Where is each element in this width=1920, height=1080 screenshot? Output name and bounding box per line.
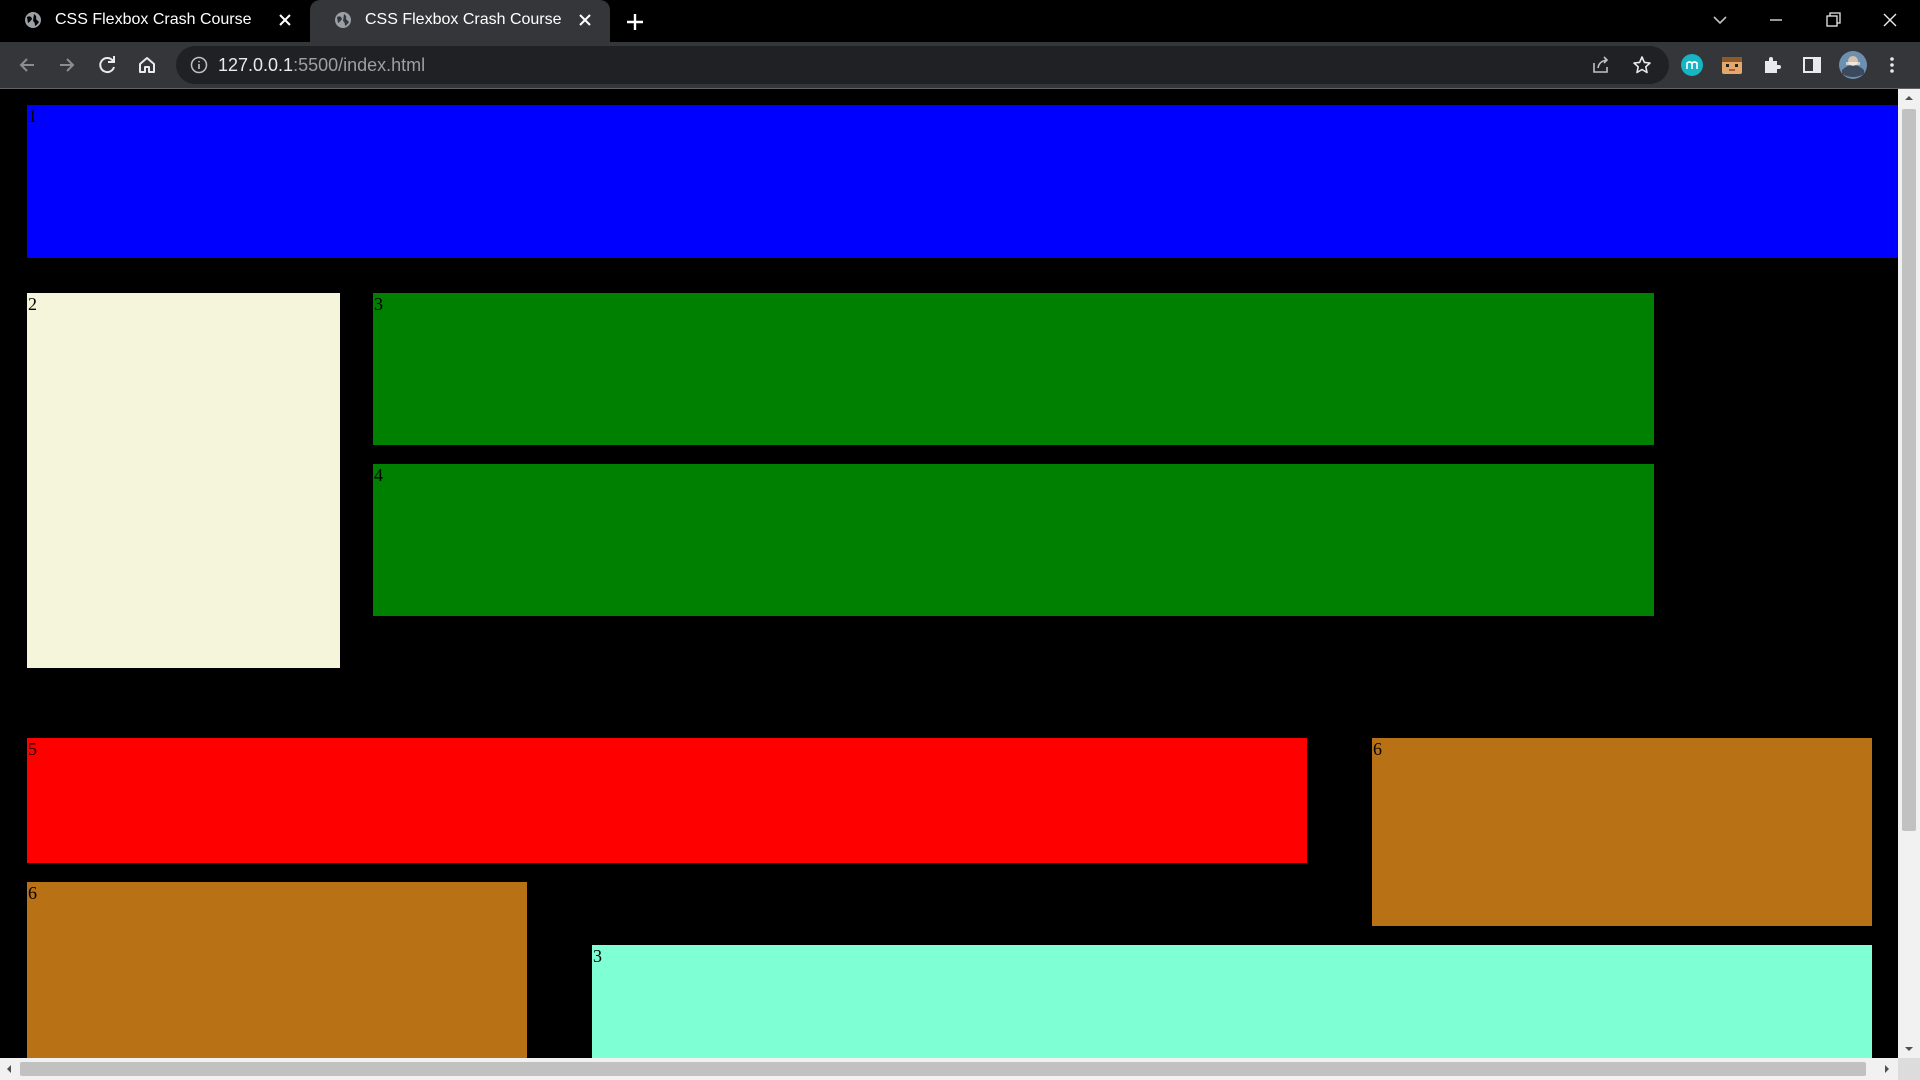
scroll-up-arrow-icon[interactable]: [1900, 89, 1918, 107]
url-host: 127.0.0.1: [218, 55, 294, 75]
horizontal-scrollbar[interactable]: [0, 1058, 1898, 1080]
close-tab-icon[interactable]: [274, 9, 296, 31]
item-label: 4: [374, 465, 383, 485]
globe-icon: [335, 12, 351, 28]
address-bar[interactable]: 127.0.0.1:5500/index.html: [176, 46, 1669, 84]
flex-item-1: 1: [27, 105, 1898, 258]
tab-title: CSS Flexbox Crash Course: [55, 11, 252, 28]
item-label: 6: [1373, 739, 1382, 759]
item-label: 6: [28, 883, 37, 903]
scrollbar-corner: [1898, 1058, 1920, 1080]
horizontal-scroll-thumb[interactable]: [20, 1062, 1866, 1076]
flex-item-3-aquamarine: 3: [592, 945, 1872, 1058]
bookmark-star-icon[interactable]: [1631, 54, 1653, 76]
close-window-icon[interactable]: [1870, 6, 1910, 34]
scroll-left-arrow-icon[interactable]: [0, 1060, 18, 1078]
vertical-scroll-thumb[interactable]: [1902, 109, 1916, 831]
vertical-scrollbar[interactable]: [1898, 89, 1920, 1058]
flex-item-6-left: 6: [27, 882, 527, 1058]
flex-item-2: 2: [27, 293, 340, 668]
menu-dots-icon[interactable]: [1880, 53, 1904, 77]
flex-item-4: 4: [373, 464, 1654, 616]
browser-toolbar: 127.0.0.1:5500/index.html: [0, 42, 1920, 88]
side-panel-icon[interactable]: [1800, 53, 1824, 77]
new-tab-plus-icon[interactable]: [622, 9, 648, 35]
page-viewport: 1 2 3 4 5 6 6 3: [0, 89, 1898, 1058]
tab-title: CSS Flexbox Crash Course: [365, 11, 562, 28]
item-label: 5: [28, 739, 37, 759]
item-label: 3: [374, 294, 383, 314]
profile-avatar[interactable]: [1838, 50, 1868, 80]
tab-search-icon[interactable]: [1700, 6, 1740, 34]
reload-icon[interactable]: [92, 50, 122, 80]
extension-m-icon[interactable]: [1680, 53, 1704, 77]
restore-icon[interactable]: [1813, 6, 1853, 34]
url-path: :5500/index.html: [293, 55, 426, 75]
item-label: 2: [28, 294, 37, 314]
tab-css-flexbox-1[interactable]: CSS Flexbox Crash Course: [0, 0, 310, 42]
flex-item-3: 3: [373, 293, 1654, 445]
scroll-right-arrow-icon[interactable]: [1878, 1060, 1896, 1078]
url-text[interactable]: 127.0.0.1:5500/index.html: [218, 55, 425, 76]
flex-item-5: 5: [27, 738, 1307, 863]
tab-strip: CSS Flexbox Crash Course CSS Flexbox Cra…: [0, 0, 1920, 42]
extension-face-icon[interactable]: [1720, 53, 1744, 77]
minimize-icon[interactable]: [1756, 6, 1796, 34]
item-label: 1: [28, 106, 37, 126]
globe-icon: [25, 12, 41, 28]
extensions-puzzle-icon[interactable]: [1760, 53, 1784, 77]
back-icon[interactable]: [12, 50, 42, 80]
tab-css-flexbox-2[interactable]: CSS Flexbox Crash Course: [310, 0, 610, 42]
close-tab-icon[interactable]: [574, 9, 596, 31]
share-icon[interactable]: [1590, 54, 1612, 76]
forward-icon[interactable]: [52, 50, 82, 80]
site-info-icon[interactable]: [190, 56, 208, 74]
item-label: 3: [593, 946, 602, 966]
home-icon[interactable]: [132, 50, 162, 80]
flex-item-6-right: 6: [1372, 738, 1872, 926]
scroll-down-arrow-icon[interactable]: [1900, 1040, 1918, 1058]
